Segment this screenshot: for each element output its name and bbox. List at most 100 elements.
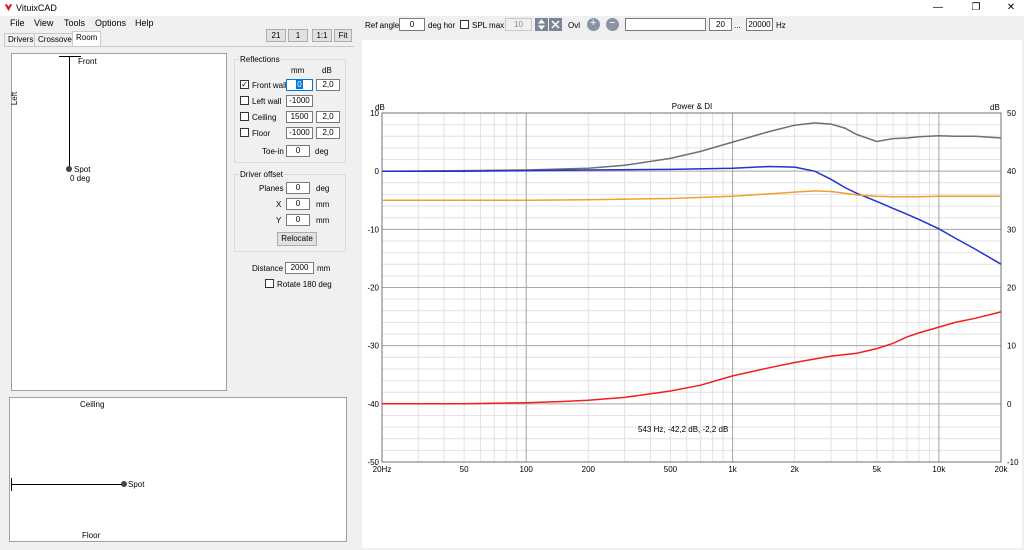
- x-label: X: [276, 200, 282, 209]
- front-wall-mm-value: 0: [296, 80, 303, 89]
- y-unit: mm: [316, 216, 330, 225]
- side-axis-line: [11, 484, 126, 485]
- tab-divider: [4, 46, 354, 47]
- distance-input[interactable]: 2000: [285, 262, 314, 274]
- floor-db-input[interactable]: 2,0: [316, 127, 340, 139]
- series-line-0: [381, 122, 1002, 172]
- rotate-label: Rotate 180 deg: [277, 280, 332, 289]
- spl-max-input[interactable]: 10: [505, 18, 532, 31]
- power-di-chart[interactable]: 20Hz 50 100 200 500 1k 2k 5k 10k 20k100-10-20-30-…: [362, 40, 1022, 548]
- left-wall-checkbox[interactable]: [240, 96, 249, 105]
- y-tick-label-left: -10: [367, 225, 379, 234]
- spl-max-checkbox[interactable]: [460, 20, 469, 29]
- front-wall-mm-input[interactable]: 0: [286, 79, 313, 91]
- distance-label: Distance: [252, 264, 284, 273]
- close-button[interactable]: ✕: [998, 0, 1024, 16]
- x-tick-label: 200: [582, 465, 596, 474]
- tab-crossover-label: Crossover: [38, 35, 75, 44]
- y-axis-label-right: dB: [990, 103, 1000, 112]
- y-tick-label-left: -30: [367, 342, 379, 351]
- db-column-header: dB: [322, 66, 332, 75]
- freq-max-input[interactable]: 20000: [746, 18, 773, 31]
- ceiling-mm-input[interactable]: 1500: [286, 111, 313, 123]
- floor-mm-input[interactable]: -1000: [286, 127, 313, 139]
- reflections-title: Reflections: [239, 55, 281, 64]
- x-tick-label: 5k: [873, 465, 882, 474]
- x-unit: mm: [316, 200, 330, 209]
- spl-max-label: SPL max: [472, 21, 505, 30]
- planes-input[interactable]: 0: [286, 182, 310, 194]
- tab-drivers[interactable]: Drivers: [4, 33, 38, 46]
- menu-file[interactable]: File: [10, 18, 25, 28]
- side-spot-marker[interactable]: [121, 481, 127, 487]
- zoom-1-1-button[interactable]: 1:1: [312, 29, 332, 42]
- rotate-checkbox[interactable]: [265, 279, 274, 288]
- y-label: Y: [276, 216, 282, 225]
- y-tick-label-left: -50: [367, 458, 379, 467]
- close-icon: ✕: [1006, 2, 1016, 13]
- spot-marker[interactable]: [66, 166, 72, 172]
- floor-label: Floor: [82, 531, 101, 540]
- zoom-out-button[interactable]: −: [606, 17, 619, 31]
- axis-line: [69, 56, 70, 169]
- x-tick-label: 500: [664, 465, 678, 474]
- front-label: Front: [78, 57, 97, 66]
- up-down-arrows-icon[interactable]: [535, 18, 548, 31]
- chart-title: Power & DI: [672, 102, 712, 111]
- x-tick-label: 100: [520, 465, 534, 474]
- left-wall-mm-input[interactable]: -1000: [286, 95, 313, 107]
- y-tick-label-left: 0: [375, 167, 380, 176]
- spot-angle-label: 0 deg: [70, 174, 91, 183]
- ceiling-label: Ceiling: [80, 400, 105, 409]
- tab-room[interactable]: Room: [72, 31, 102, 46]
- chart-panel[interactable]: 20Hz 50 100 200 500 1k 2k 5k 10k 20k 10 0 -10 -20 -30-…: [362, 40, 1022, 548]
- mm-column-header: mm: [291, 66, 305, 75]
- y-tick-label-left: -40: [367, 400, 379, 409]
- floor-checkbox[interactable]: [240, 128, 249, 137]
- ref-angle-input[interactable]: 0: [399, 18, 425, 31]
- ceiling-checkbox[interactable]: [240, 112, 249, 121]
- y-tick-label-right: 40: [1007, 167, 1016, 176]
- relocate-button[interactable]: Relocate: [277, 232, 317, 246]
- series-line-3: [382, 311, 1002, 405]
- zoom-1-button[interactable]: 1: [288, 29, 308, 42]
- y-axis-label-left: dB: [375, 103, 385, 112]
- menu-help[interactable]: Help: [135, 18, 154, 28]
- fit-button[interactable]: Fit: [334, 29, 352, 42]
- minimize-button[interactable]: —: [925, 0, 951, 16]
- zoom-in-button[interactable]: +: [587, 17, 600, 31]
- minimize-icon: —: [933, 2, 943, 13]
- ref-angle-unit: deg hor: [428, 21, 456, 30]
- menu-view[interactable]: View: [34, 18, 53, 28]
- front-wall-label: Front wall: [252, 81, 287, 90]
- ovl-toggle-icon[interactable]: [549, 18, 562, 31]
- ovl-label: Ovl: [568, 21, 580, 30]
- y-tick-label-right: 20: [1007, 284, 1016, 293]
- room-top-view[interactable]: Front Left Spot 0 deg: [10, 53, 227, 391]
- room-side-view[interactable]: Ceiling Spot Floor: [9, 397, 347, 542]
- tab-drivers-label: Drivers: [8, 35, 34, 44]
- zoom-21-button[interactable]: 21: [266, 29, 286, 42]
- front-wall-db-input[interactable]: 2,0: [316, 79, 340, 91]
- series-line-1: [382, 165, 1002, 265]
- front-wall-checkbox[interactable]: ✓: [240, 80, 249, 89]
- menu-options[interactable]: Options: [95, 18, 126, 28]
- freq-min-input[interactable]: 20: [709, 18, 732, 31]
- y-tick-label-right: 30: [1007, 225, 1016, 234]
- cursor-readout: 543 Hz, -42,2 dB, -2,2 dB: [638, 425, 728, 434]
- ovl-text-input[interactable]: [625, 18, 706, 31]
- side-spot-label: Spot: [128, 480, 145, 489]
- toe-in-input[interactable]: 0: [286, 145, 310, 157]
- menu-tools[interactable]: Tools: [64, 18, 85, 28]
- plus-icon: +: [590, 17, 597, 29]
- planes-label: Planes: [259, 184, 284, 193]
- y-tick-label-left: -20: [367, 284, 379, 293]
- ceiling-db-input[interactable]: 2,0: [316, 111, 340, 123]
- x-offset-input[interactable]: 0: [286, 198, 310, 210]
- ceiling-refl-label: Ceiling: [252, 113, 277, 122]
- y-tick-label-right: 50: [1007, 109, 1016, 118]
- title-bar: VituixCAD — ❐ ✕: [0, 0, 1024, 16]
- check-icon: ✓: [241, 80, 248, 89]
- y-offset-input[interactable]: 0: [286, 214, 310, 226]
- maximize-button[interactable]: ❐: [963, 0, 989, 16]
